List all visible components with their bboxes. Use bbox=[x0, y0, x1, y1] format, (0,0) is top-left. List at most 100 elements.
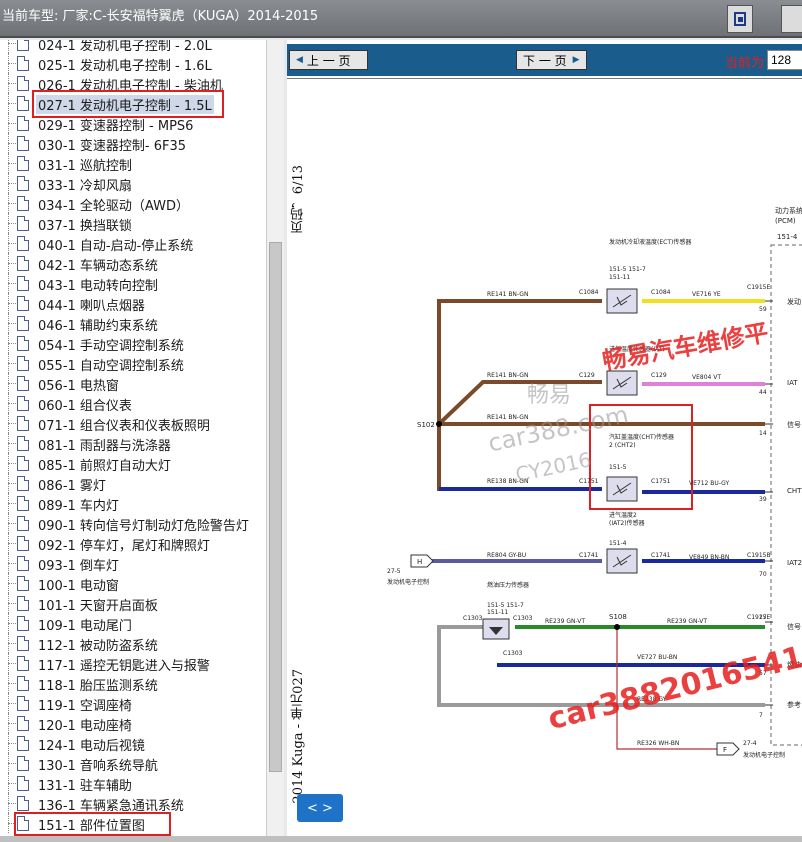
tree-scrollbar[interactable] bbox=[266, 40, 284, 836]
pcm-pins bbox=[765, 300, 773, 706]
tree-item[interactable]: 136-1 车辆紧急通讯系统 bbox=[0, 793, 266, 814]
tree-item[interactable]: 033-1 冷却风扇 bbox=[0, 173, 266, 194]
tree-item[interactable]: 092-1 停车灯，尾灯和牌照灯 bbox=[0, 533, 266, 554]
tree-item[interactable]: 112-1 被动防盗系统 bbox=[0, 633, 266, 654]
document-icon bbox=[17, 676, 29, 691]
tree-item-label: 117-1 遥控无钥匙进入与报警 bbox=[38, 659, 210, 674]
svg-text:27-5: 27-5 bbox=[387, 568, 401, 575]
page-nav-bar: ◀ 上 一 页 下 一 页 ▶ 当前为 128 bbox=[287, 44, 802, 76]
svg-text:发动机冷却液温度(ECT)传感器: 发动机冷却液温度(ECT)传感器 bbox=[609, 238, 691, 246]
tree-item[interactable]: 034-1 全轮驱动（AWD） bbox=[0, 193, 266, 214]
svg-text:F: F bbox=[723, 746, 727, 754]
bottom-scrollbar[interactable] bbox=[0, 836, 802, 842]
tree-item[interactable]: 042-1 车辆动态系统 bbox=[0, 253, 266, 274]
svg-text:2 (CHT2): 2 (CHT2) bbox=[609, 442, 636, 449]
tree-item-label: 124-1 电动后视镜 bbox=[38, 739, 145, 754]
tree-item[interactable]: 093-1 倒车灯 bbox=[0, 553, 266, 574]
tree-item-label: 130-1 音响系统导航 bbox=[38, 759, 158, 774]
svg-text:C1915B: C1915B bbox=[747, 552, 771, 559]
svg-text:C1915E: C1915E bbox=[747, 284, 770, 291]
tree-item-label: 033-1 冷却风扇 bbox=[38, 179, 132, 194]
section-tree: 024-1 发动机电子控制 - 2.0L 025-1 发动机电子控制 - 1.6L… bbox=[0, 40, 284, 836]
current-page-input[interactable]: 128 bbox=[767, 50, 802, 70]
tree-item[interactable]: 089-1 车内灯 bbox=[0, 493, 266, 514]
svg-text:VE849 BN-BN: VE849 BN-BN bbox=[689, 554, 729, 561]
tree-item[interactable]: 037-1 换挡联锁 bbox=[0, 213, 266, 234]
ref-f: F 27-4 发动机电子控制 bbox=[716, 740, 785, 759]
splice-s108-label: S108 bbox=[609, 613, 627, 621]
splice-s102 bbox=[436, 421, 442, 427]
svg-text:发动机电子控制: 发动机电子控制 bbox=[387, 578, 429, 586]
arrow-right-icon: ▶ bbox=[572, 55, 580, 65]
tree-item[interactable]: 044-1 喇叭点烟器 bbox=[0, 293, 266, 314]
highlight-box-selected bbox=[32, 90, 224, 118]
svg-text:VE712 BU-GY: VE712 BU-GY bbox=[689, 480, 729, 487]
tree-item[interactable]: 040-1 自动-启动-停止系统 bbox=[0, 233, 266, 254]
tree-item[interactable]: 055-1 自动空调控制系统 bbox=[0, 353, 266, 374]
document-icon bbox=[17, 796, 29, 811]
tree-item-label: 054-1 手动空调控制系统 bbox=[38, 339, 184, 354]
document-icon bbox=[17, 296, 29, 311]
tree-item-label: 109-1 电动尾门 bbox=[38, 619, 132, 634]
tree-item[interactable]: 085-1 前照灯自动大灯 bbox=[0, 453, 266, 474]
document-icon bbox=[17, 256, 29, 271]
tree-item[interactable]: 025-1 发动机电子控制 - 1.6L bbox=[0, 53, 266, 74]
tree-item[interactable]: 109-1 电动尾门 bbox=[0, 613, 266, 634]
svg-text:151-11: 151-11 bbox=[609, 274, 630, 281]
svg-text:C129: C129 bbox=[651, 372, 667, 379]
document-icon bbox=[17, 556, 29, 571]
tree-item-label: 030-1 变速器控制- 6F35 bbox=[38, 139, 187, 154]
window-button[interactable] bbox=[727, 5, 753, 33]
svg-text:VE716 YE: VE716 YE bbox=[692, 291, 721, 298]
tree-item[interactable]: 043-1 电动转向控制 bbox=[0, 273, 266, 294]
tree-item-label: 101-1 天窗开启面板 bbox=[38, 599, 158, 614]
tree-item[interactable]: 118-1 胎压监测系统 bbox=[0, 673, 266, 694]
tree-item[interactable]: 086-1 雾灯 bbox=[0, 473, 266, 494]
svg-text:VE804 VT: VE804 VT bbox=[692, 374, 721, 381]
document-icon bbox=[17, 56, 29, 71]
tree-item-label: 037-1 换挡联锁 bbox=[38, 219, 132, 234]
document-icon bbox=[17, 356, 29, 371]
document-icon bbox=[17, 40, 29, 51]
next-page-button[interactable]: 下 一 页 ▶ bbox=[516, 50, 587, 70]
document-icon bbox=[17, 596, 29, 611]
tree-item[interactable]: 046-1 辅助约束系统 bbox=[0, 313, 266, 334]
scrollbar-thumb[interactable] bbox=[269, 242, 282, 772]
tree-item[interactable]: 117-1 遥控无钥匙进入与报警 bbox=[0, 653, 266, 674]
tree-item[interactable]: 060-1 组合仪表 bbox=[0, 393, 266, 414]
tree-item[interactable]: 081-1 雨刮器与洗涤器 bbox=[0, 433, 266, 454]
tree-item[interactable]: 124-1 电动后视镜 bbox=[0, 733, 266, 754]
tree-item[interactable]: 131-1 驻车辅助 bbox=[0, 773, 266, 794]
splice-s108 bbox=[614, 624, 620, 630]
document-icon bbox=[17, 736, 29, 751]
tree-item-label: 024-1 发动机电子控制 - 2.0L bbox=[38, 40, 212, 54]
tree-item[interactable]: 024-1 发动机电子控制 - 2.0L bbox=[0, 40, 266, 54]
tree-item[interactable]: 100-1 电动窗 bbox=[0, 573, 266, 594]
top-header-bar: 当前车型: 厂家:C-长安福特翼虎（KUGA）2014-2015 bbox=[0, 0, 802, 38]
tree-item[interactable]: 130-1 音响系统导航 bbox=[0, 753, 266, 774]
tree-item[interactable]: 090-1 转向信号灯制动灯危险警告灯 bbox=[0, 513, 266, 534]
svg-text:CHT2: CHT2 bbox=[787, 487, 802, 495]
tree-item-label: 042-1 车辆动态系统 bbox=[38, 259, 158, 274]
tree-item-label: 089-1 车内灯 bbox=[38, 499, 119, 514]
document-icon bbox=[17, 336, 29, 351]
page-nav-arrows-button[interactable]: < > bbox=[297, 794, 343, 822]
prev-page-button[interactable]: ◀ 上 一 页 bbox=[289, 50, 368, 70]
tree-item[interactable]: 054-1 手动空调控制系统 bbox=[0, 333, 266, 354]
tree-item[interactable]: 071-1 组合仪表和仪表板照明 bbox=[0, 413, 266, 434]
svg-text:RE141 BN-GN: RE141 BN-GN bbox=[487, 372, 528, 379]
window-button-2[interactable] bbox=[781, 5, 802, 33]
prev-page-label: 上 一 页 bbox=[306, 53, 351, 68]
tree-item-label: 055-1 自动空调控制系统 bbox=[38, 359, 184, 374]
tree-item[interactable]: 101-1 天窗开启面板 bbox=[0, 593, 266, 614]
tree-item[interactable]: 031-1 巡航控制 bbox=[0, 153, 266, 174]
svg-text:H: H bbox=[417, 558, 422, 566]
tree-item[interactable]: 056-1 电热窗 bbox=[0, 373, 266, 394]
arrow-left-icon: ◀ bbox=[296, 55, 303, 65]
tree-item[interactable]: 120-1 电动座椅 bbox=[0, 713, 266, 734]
tree-item[interactable]: 030-1 变速器控制- 6F35 bbox=[0, 133, 266, 154]
tree-item[interactable]: 119-1 空调座椅 bbox=[0, 693, 266, 714]
svg-text:进气温度2: 进气温度2 bbox=[609, 511, 637, 519]
window-title: 当前车型: 厂家:C-长安福特翼虎（KUGA）2014-2015 bbox=[2, 9, 319, 24]
tree-item-label: 085-1 前照灯自动大灯 bbox=[38, 459, 171, 474]
